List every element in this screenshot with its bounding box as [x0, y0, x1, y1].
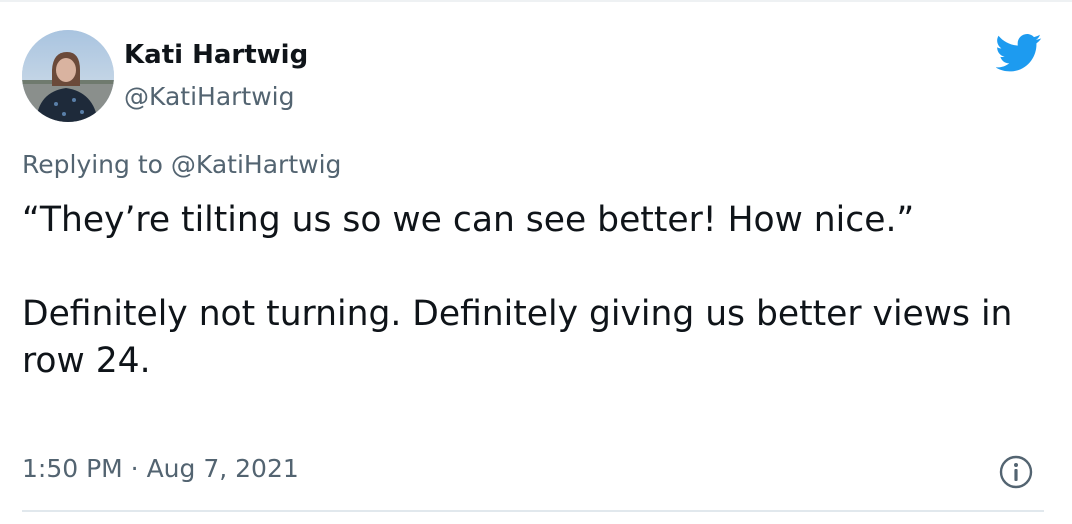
- replying-to-line: Replying to @KatiHartwig: [22, 150, 341, 179]
- tweet-text: “They’re tilting us so we can see better…: [22, 200, 1013, 381]
- tweet-timestamp[interactable]: 1:50 PM · Aug 7, 2021: [22, 454, 299, 483]
- display-name[interactable]: Kati Hartwig: [124, 40, 308, 70]
- tweet-card: Kati Hartwig @KatiHartwig Replying to @K…: [0, 0, 1072, 524]
- bottom-divider: [22, 510, 1044, 512]
- replying-to-label: Replying to: [22, 150, 163, 179]
- user-handle[interactable]: @KatiHartwig: [124, 82, 294, 111]
- top-border: [0, 0, 1072, 2]
- avatar[interactable]: [22, 30, 114, 122]
- twitter-bird-icon[interactable]: [995, 33, 1042, 73]
- info-icon[interactable]: [998, 454, 1034, 490]
- replying-to-handle[interactable]: @KatiHartwig: [171, 150, 341, 179]
